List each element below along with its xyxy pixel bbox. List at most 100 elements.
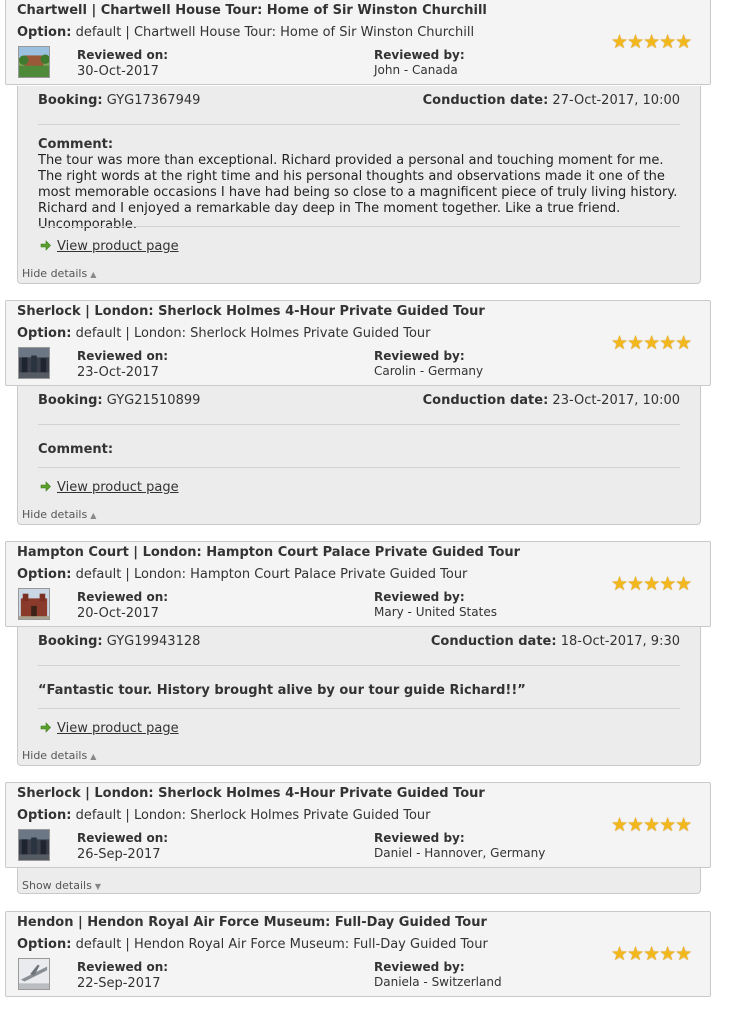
reviewed-by-label: Reviewed by: [374,349,465,363]
view-product-link[interactable]: View product page [40,721,179,736]
review-option: Option: default | London: Sherlock Holme… [17,808,431,823]
caret-up-icon: ▲ [90,752,97,761]
divider [38,226,680,227]
review-header-card: Hendon | Hendon Royal Air Force Museum: … [5,911,711,997]
hide-details-label: Hide details [22,267,88,280]
reviewer-name: Mary - United States [374,605,497,619]
garden-house-thumbnail[interactable] [18,46,50,78]
option-label: Option: [17,25,72,40]
conduction-date: 23-Oct-2017, 10:00 [552,393,680,408]
comment-text: The tour was more than exceptional. Rich… [38,153,678,232]
view-product-label: View product page [57,239,179,254]
booking-label: Booking: [38,634,103,649]
conduction-label: Conduction date: [430,634,557,649]
palace-thumbnail[interactable] [18,588,50,620]
review-header-card: Sherlock | London: Sherlock Holmes 4-Hou… [5,782,711,868]
hide-details-label: Hide details [22,749,88,762]
caret-down-icon: ▼ [94,882,101,891]
star-rating: ★★★★★ [611,573,692,595]
divider [38,708,680,709]
sherlock-street-thumbnail[interactable] [18,347,50,379]
conduction-label: Conduction date: [422,93,549,108]
show-details-toggle[interactable]: Show details ▼ [22,879,101,892]
reviewed-by-label: Reviewed by: [374,831,465,845]
option-value: default | London: Sherlock Holmes Privat… [75,808,431,823]
review-item: Sherlock | London: Sherlock Holmes 4-Hou… [5,782,711,894]
option-value: default | London: Sherlock Holmes Privat… [75,326,431,341]
arrow-right-icon [40,722,51,733]
conduction-label: Conduction date: [422,393,549,408]
caret-up-icon: ▲ [90,270,97,279]
hide-details-toggle[interactable]: Hide details ▲ [22,749,96,762]
review-header-card: Hampton Court | London: Hampton Court Pa… [5,541,711,627]
booking-number: GYG19943128 [106,634,201,649]
view-product-link[interactable]: View product page [40,480,179,495]
divider [38,124,680,125]
star-rating: ★★★★★ [611,943,692,965]
reviewed-by-label: Reviewed by: [374,48,465,62]
review-details-panel: Booking: GYG21510899 Conduction date: 23… [17,386,701,525]
review-title: Hampton Court | London: Hampton Court Pa… [17,545,521,560]
view-product-label: View product page [57,721,179,736]
reviewer-name: Daniel - Hannover, Germany [374,846,546,860]
aircraft-museum-thumbnail[interactable] [18,958,50,990]
review-option: Option: default | Hendon Royal Air Force… [17,937,488,952]
sherlock-street-thumbnail[interactable] [18,829,50,861]
star-rating: ★★★★★ [611,814,692,836]
review-header-card: Chartwell | Chartwell House Tour: Home o… [5,0,711,85]
reviewer-name: John - Canada [374,63,458,77]
caret-up-icon: ▲ [90,511,97,520]
hide-details-label: Hide details [22,508,88,521]
reviewed-on-date: 30-Oct-2017 [77,64,159,79]
reviewer-name: Daniela - Switzerland [374,975,502,989]
review-option: Option: default | London: Hampton Court … [17,567,467,582]
conduction-info: Conduction date: 23-Oct-2017, 10:00 [423,393,680,408]
review-title: Chartwell | Chartwell House Tour: Home o… [17,3,487,18]
review-item: Hendon | Hendon Royal Air Force Museum: … [5,911,711,997]
reviewed-on-date: 20-Oct-2017 [77,606,159,621]
option-label: Option: [17,808,72,823]
reviewed-on-label: Reviewed on: [77,831,169,845]
reviewed-by-label: Reviewed by: [374,960,465,974]
reviewed-on-label: Reviewed on: [77,960,169,974]
review-item: Sherlock | London: Sherlock Holmes 4-Hou… [5,300,711,525]
option-value: default | London: Hampton Court Palace P… [75,567,468,582]
option-label: Option: [17,937,72,952]
review-title: Sherlock | London: Sherlock Holmes 4-Hou… [17,786,485,801]
view-product-link[interactable]: View product page [40,239,179,254]
star-rating: ★★★★★ [611,332,692,354]
hide-details-toggle[interactable]: Hide details ▲ [22,267,96,280]
review-item: Chartwell | Chartwell House Tour: Home o… [5,0,711,284]
arrow-right-icon [40,240,51,251]
review-option: Option: default | London: Sherlock Holme… [17,326,431,341]
star-rating: ★★★★★ [611,31,692,53]
reviewed-on-date: 23-Oct-2017 [77,365,159,380]
divider [38,665,680,666]
reviewed-on-date: 22-Sep-2017 [77,976,161,991]
divider [38,424,680,425]
arrow-right-icon [40,481,51,492]
conduction-date: 18-Oct-2017, 9:30 [560,634,680,649]
option-label: Option: [17,326,72,341]
option-value: default | Chartwell House Tour: Home of … [75,25,475,40]
comment-label: Comment: [38,442,114,457]
conduction-info: Conduction date: 18-Oct-2017, 9:30 [431,634,680,649]
review-option: Option: default | Chartwell House Tour: … [17,25,474,40]
reviewed-on-label: Reviewed on: [77,48,169,62]
booking-label: Booking: [38,93,103,108]
review-quote: “Fantastic tour. History brought alive b… [38,683,526,698]
hide-details-toggle[interactable]: Hide details ▲ [22,508,96,521]
option-label: Option: [17,567,72,582]
show-details-label: Show details [22,879,92,892]
reviewed-on-date: 26-Sep-2017 [77,847,161,862]
conduction-info: Conduction date: 27-Oct-2017, 10:00 [423,93,680,108]
review-title: Sherlock | London: Sherlock Holmes 4-Hou… [17,304,485,319]
reviewed-on-label: Reviewed on: [77,590,169,604]
review-details-panel: Booking: GYG19943128 Conduction date: 18… [17,627,701,766]
view-product-label: View product page [57,480,179,495]
comment-label: Comment: [38,137,114,152]
review-details-collapsed: Show details ▼ [17,868,701,894]
review-header-card: Sherlock | London: Sherlock Holmes 4-Hou… [5,300,711,386]
conduction-date: 27-Oct-2017, 10:00 [552,93,680,108]
reviewed-on-label: Reviewed on: [77,349,169,363]
